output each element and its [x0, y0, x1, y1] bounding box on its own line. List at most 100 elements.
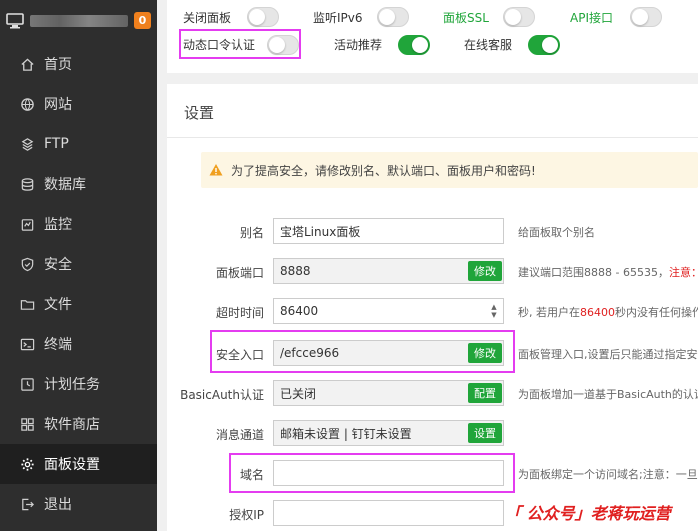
- alias-input[interactable]: 宝塔Linux面板: [273, 218, 504, 244]
- domain-hint: 为面板绑定一个访问域名;注意：一旦绑: [518, 468, 698, 481]
- setting-row-timeout: 超时时间 86400 ▲ ▼ 秒, 若用户在86400秒内没有任何操作: [167, 298, 698, 324]
- toggle-panel: 关闭面板 监听IPv6 面板SSL API接口 动态口令认证 活动推荐 在线客服: [167, 0, 698, 73]
- timeout-hint-value: 86400: [580, 306, 615, 319]
- sidebar-item-label: 监控: [44, 217, 72, 233]
- sidebar-item-home[interactable]: 首页: [0, 44, 157, 84]
- toggle-close-panel: 关闭面板: [183, 5, 231, 29]
- sidebar-item-label: 终端: [44, 337, 72, 353]
- notification-badge[interactable]: 0: [134, 12, 151, 29]
- modify-security-entry-button[interactable]: 修改: [468, 343, 502, 363]
- basicauth-label: BasicAuth认证: [180, 388, 264, 402]
- watermark-text: 「 公众号」老蒋玩运营: [505, 504, 671, 523]
- domain-label: 域名: [239, 468, 264, 482]
- port-hint-text: 建议端口范围8888 - 65535，: [518, 266, 669, 279]
- ftp-icon: [21, 137, 34, 151]
- sidebar-header: 0: [0, 0, 157, 42]
- home-icon: [21, 57, 34, 71]
- settings-title: 设置: [184, 104, 215, 122]
- database-icon: [21, 177, 34, 191]
- setting-row-domain: 域名 为面板绑定一个访问域名;注意：一旦绑: [167, 460, 698, 486]
- timeout-stepper[interactable]: ▲ ▼: [489, 303, 499, 319]
- sidebar-item-database[interactable]: 数据库: [0, 164, 157, 204]
- gear-icon: [21, 457, 34, 471]
- domain-input[interactable]: [273, 460, 504, 486]
- sidebar-item-monitor[interactable]: 监控: [0, 204, 157, 244]
- promo-switch[interactable]: [398, 35, 430, 55]
- setting-row-port: 面板端口 8888 修改 建议端口范围8888 - 65535，注意：有: [167, 258, 698, 284]
- timeout-hint-tail: 秒内没有任何操作: [615, 306, 698, 319]
- sidebar-item-label: 首页: [44, 57, 72, 73]
- sidebar-item-label: 安全: [44, 257, 72, 273]
- clock-icon: [21, 377, 34, 391]
- sidebar-item-label: 面板设置: [44, 457, 100, 473]
- sidebar-item-label: 计划任务: [44, 377, 100, 393]
- logout-icon: [22, 498, 34, 510]
- api-switch[interactable]: [630, 7, 662, 27]
- sidebar: 0 首页 网站 FTP 数据库 监控 安全 文件 终端 计划任务 软件商店 面板…: [0, 0, 157, 531]
- toggle-label: 在线客服: [464, 37, 513, 52]
- sidebar-item-label: 网站: [44, 97, 72, 113]
- sidebar-item-panel-settings[interactable]: 面板设置: [0, 444, 157, 484]
- sidebar-item-label: 软件商店: [44, 417, 100, 433]
- security-entry-hint: 面板管理入口,设置后只能通过指定安全: [518, 348, 698, 361]
- security-warning: 为了提高安全，请修改别名、默认端口、面板用户和密码!: [201, 152, 698, 188]
- toggle-label: 关闭面板: [183, 10, 232, 25]
- monitor-icon: [21, 218, 34, 231]
- timeout-label: 超时时间: [215, 306, 264, 320]
- close-panel-switch[interactable]: [247, 7, 279, 27]
- security-entry-label: 安全入口: [215, 348, 264, 362]
- toggle-promo: 活动推荐: [334, 32, 382, 56]
- toggle-label: 活动推荐: [334, 37, 383, 52]
- toggle-label: 动态口令认证: [183, 37, 256, 52]
- store-icon: [21, 417, 34, 431]
- alias-hint: 给面板取个别名: [518, 226, 595, 239]
- 2fa-switch[interactable]: [267, 35, 299, 55]
- globe-icon: [21, 97, 34, 111]
- setting-row-security-entry: 安全入口 /efcce966 修改 面板管理入口,设置后只能通过指定安全: [167, 340, 698, 366]
- sidebar-item-files[interactable]: 文件: [0, 284, 157, 324]
- support-switch[interactable]: [528, 35, 560, 55]
- port-hint: 建议端口范围8888 - 65535，注意：有: [518, 264, 698, 280]
- sidebar-item-terminal[interactable]: 终端: [0, 324, 157, 364]
- sidebar-item-cron[interactable]: 计划任务: [0, 364, 157, 404]
- modify-port-button[interactable]: 修改: [468, 261, 502, 281]
- setting-row-message-channel: 消息通道 邮箱未设置 | 钉钉未设置 设置: [167, 420, 698, 446]
- toggle-api: API接口: [570, 5, 613, 29]
- ipv6-switch[interactable]: [377, 7, 409, 27]
- timeout-input[interactable]: 86400: [273, 298, 504, 324]
- settings-panel: 设置 为了提高安全，请修改别名、默认端口、面板用户和密码! 别名 宝塔Linux…: [167, 84, 698, 531]
- timeout-hint-text: 秒, 若用户在: [518, 306, 580, 319]
- port-label: 面板端口: [215, 266, 264, 280]
- sidebar-item-label: FTP: [44, 136, 69, 152]
- port-hint-warning: 注意：有: [668, 266, 698, 279]
- setting-row-alias: 别名 宝塔Linux面板 给面板取个别名: [167, 218, 698, 244]
- sidebar-item-label: 数据库: [44, 177, 86, 193]
- toggle-panel-ssl: 面板SSL: [443, 5, 489, 29]
- shield-icon: [21, 257, 34, 271]
- warning-text: 为了提高安全，请修改别名、默认端口、面板用户和密码!: [231, 163, 536, 178]
- setup-message-channel-button[interactable]: 设置: [468, 423, 502, 443]
- sidebar-item-logout[interactable]: 退出: [0, 484, 157, 524]
- terminal-icon: [20, 338, 35, 350]
- sidebar-item-store[interactable]: 软件商店: [0, 404, 157, 444]
- server-icon: [6, 13, 24, 29]
- authorized-ip-input[interactable]: [273, 500, 504, 526]
- configure-basicauth-button[interactable]: 配置: [468, 383, 502, 403]
- sidebar-item-label: 文件: [44, 297, 72, 313]
- panel-ssl-switch[interactable]: [503, 7, 535, 27]
- toggle-label: 面板SSL: [443, 10, 489, 25]
- message-channel-label: 消息通道: [215, 428, 264, 442]
- sidebar-item-security[interactable]: 安全: [0, 244, 157, 284]
- toggle-label: 监听IPv6: [313, 10, 363, 25]
- main-content: 关闭面板 监听IPv6 面板SSL API接口 动态口令认证 活动推荐 在线客服: [157, 0, 698, 531]
- folder-icon: [20, 299, 35, 310]
- authorized-ip-label: 授权IP: [229, 508, 264, 522]
- sidebar-item-label: 退出: [44, 497, 72, 513]
- alias-label: 别名: [239, 226, 264, 240]
- server-hostname-blurred: [30, 15, 128, 27]
- toggle-ipv6: 监听IPv6: [313, 5, 363, 29]
- basicauth-hint: 为面板增加一道基于BasicAuth的认证服: [518, 388, 698, 401]
- sidebar-item-ftp[interactable]: FTP: [0, 124, 157, 164]
- sidebar-item-website[interactable]: 网站: [0, 84, 157, 124]
- toggle-label: API接口: [570, 10, 613, 25]
